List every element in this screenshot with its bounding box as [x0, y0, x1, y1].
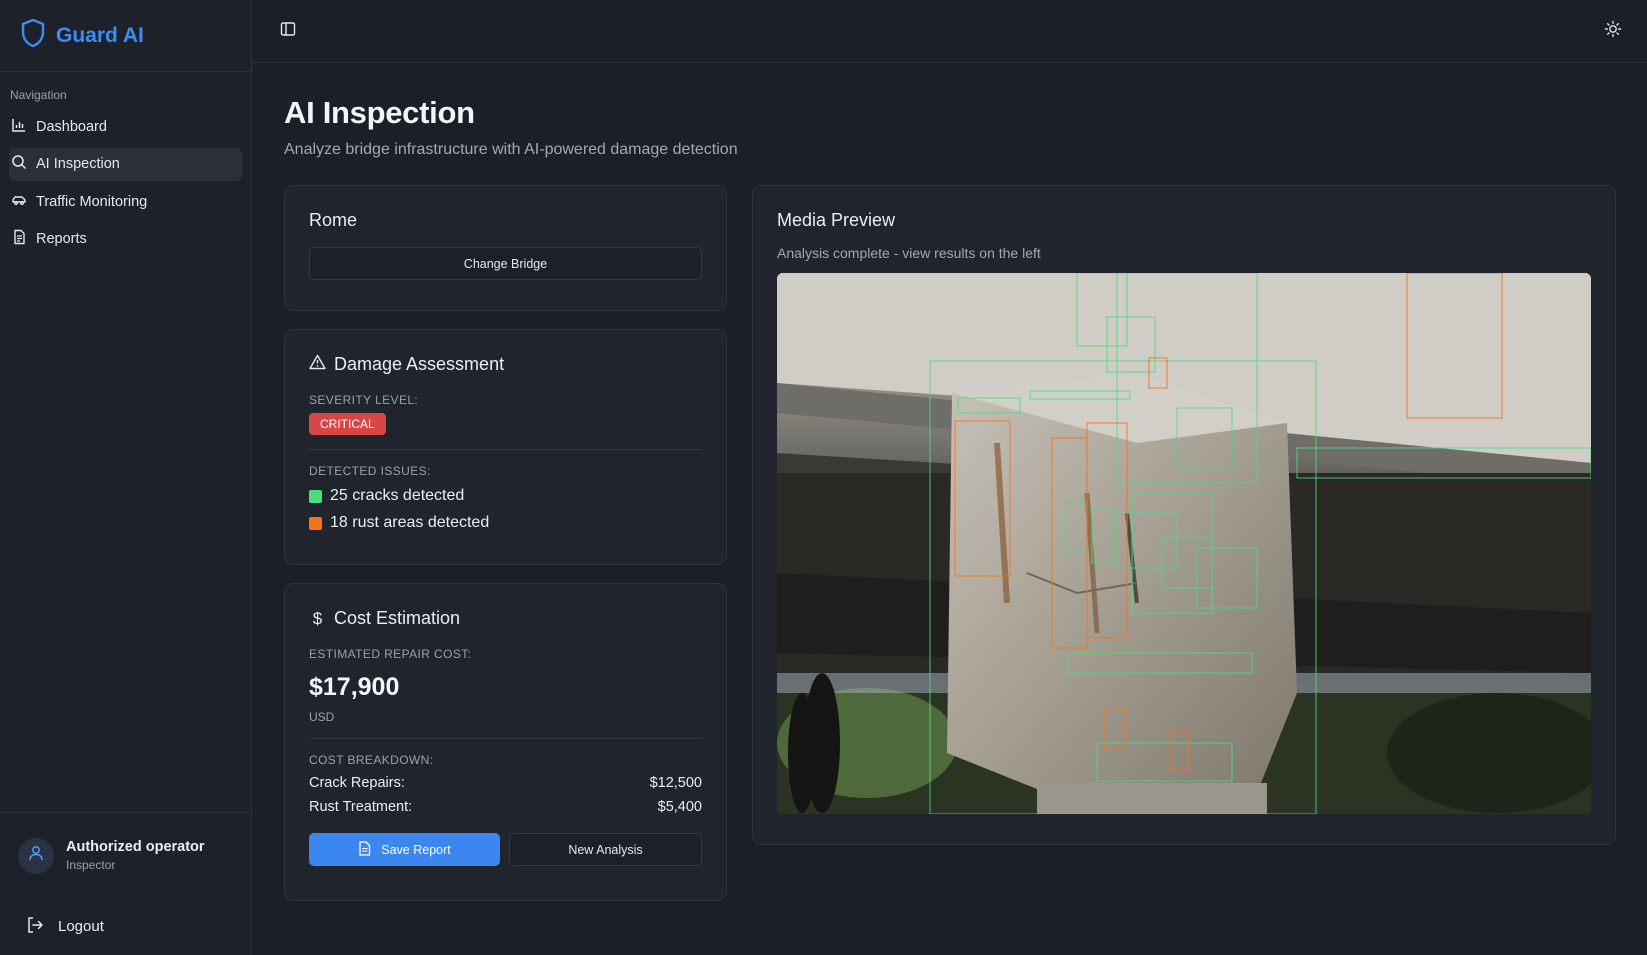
cost-actions: Save Report New Analysis: [309, 833, 702, 866]
damage-title: Damage Assessment: [334, 354, 505, 374]
logout-icon: [26, 916, 44, 938]
crack-color-swatch: [309, 489, 322, 503]
sidebar-item-label: AI Inspection: [36, 156, 120, 172]
breakdown-row-label: Rust Treatment:: [309, 799, 413, 815]
change-bridge-button[interactable]: Change Bridge: [309, 247, 702, 280]
shield-icon: [20, 18, 46, 53]
sidebar-item-label: Reports: [36, 231, 87, 247]
user-name: Authorized operator: [66, 839, 205, 855]
user-icon: [27, 844, 45, 867]
sun-icon: [1604, 20, 1622, 43]
car-icon: [11, 192, 27, 212]
bridge-pier-photo: [777, 273, 1591, 814]
sidebar-item-reports[interactable]: Reports: [9, 223, 242, 256]
breakdown-row-label: Crack Repairs:: [309, 775, 405, 791]
topbar: [252, 0, 1647, 63]
save-report-button[interactable]: Save Report: [309, 833, 500, 866]
issues-label: DETECTED ISSUES:: [309, 464, 431, 478]
bridge-name: Rome: [309, 210, 358, 230]
user-role: Inspector: [66, 858, 116, 872]
media-preview-card: Media Preview Analysis complete - view r…: [752, 185, 1616, 845]
sidebar-item-ai-inspection[interactable]: AI Inspection: [9, 147, 242, 181]
sidebar-nav: Dashboard AI Inspection Traffic Monitori…: [0, 110, 251, 260]
user-profile[interactable]: Authorized operator Inspector: [0, 812, 251, 898]
content: AI Inspection Analyze bridge infrastruct…: [252, 63, 1647, 901]
content-grid: Rome Change Bridge Damage Assessment SEV…: [284, 185, 1616, 901]
divider: [309, 738, 702, 739]
breakdown-row-value: $5,400: [657, 799, 702, 815]
estimate-label: ESTIMATED REPAIR COST:: [309, 647, 472, 661]
divider: [309, 449, 702, 450]
bar-chart-icon: [11, 117, 27, 137]
cost-total: $17,900: [309, 673, 400, 701]
logout-button[interactable]: Logout: [0, 898, 251, 955]
issue-item-rust: 18 rust areas detected: [309, 514, 702, 532]
sidebar-item-label: Dashboard: [36, 118, 107, 135]
theme-toggle-button[interactable]: [1599, 17, 1627, 45]
file-icon: [358, 840, 371, 859]
brand-name: Guard AI: [56, 23, 144, 47]
damage-assessment-card: Damage Assessment SEVERITY LEVEL: CRITIC…: [284, 329, 727, 565]
right-column: Media Preview Analysis complete - view r…: [752, 185, 1616, 901]
issue-text: 25 cracks detected: [330, 487, 465, 504]
breakdown-row-rust: Rust Treatment: $5,400: [309, 799, 702, 815]
page-title: AI Inspection: [284, 95, 475, 130]
breakdown-row-value: $12,500: [649, 775, 702, 791]
avatar: [18, 837, 54, 874]
cost-currency: USD: [309, 710, 335, 724]
app-root: Guard AI Navigation Dashboard AI Inspect…: [0, 0, 1647, 955]
panel-left-icon: [280, 21, 296, 42]
sidebar-toggle-button[interactable]: [274, 17, 302, 45]
warning-icon: [309, 354, 326, 375]
page-subtitle: Analyze bridge infrastructure with AI-po…: [284, 141, 738, 158]
brand[interactable]: Guard AI: [0, 0, 251, 72]
severity-badge: CRITICAL: [309, 413, 386, 435]
search-icon: [11, 154, 27, 174]
sidebar-item-dashboard[interactable]: Dashboard: [9, 110, 242, 143]
rust-color-swatch: [309, 516, 322, 530]
sidebar-item-label: Traffic Monitoring: [36, 193, 148, 210]
logout-label: Logout: [58, 918, 104, 935]
sidebar: Guard AI Navigation Dashboard AI Inspect…: [0, 0, 252, 955]
cost-title: Cost Estimation: [334, 608, 461, 628]
media-title: Media Preview: [777, 210, 896, 230]
sidebar-item-traffic-monitoring[interactable]: Traffic Monitoring: [9, 185, 242, 218]
breakdown-label: COST BREAKDOWN:: [309, 753, 434, 767]
main-area: AI Inspection Analyze bridge infrastruct…: [252, 0, 1647, 955]
save-report-label: Save Report: [381, 842, 451, 857]
media-subtitle: Analysis complete - view results on the …: [777, 245, 1041, 261]
breakdown-row-crack: Crack Repairs: $12,500: [309, 775, 702, 791]
dollar-icon: $: [312, 608, 323, 628]
document-icon: [11, 229, 27, 249]
severity-label: SEVERITY LEVEL:: [309, 393, 419, 407]
left-column: Rome Change Bridge Damage Assessment SEV…: [284, 185, 727, 901]
issue-item-cracks: 25 cracks detected: [309, 487, 702, 505]
nav-heading: Navigation: [10, 88, 67, 102]
new-analysis-button[interactable]: New Analysis: [509, 833, 702, 866]
bridge-card: Rome Change Bridge: [284, 185, 727, 311]
cost-estimation-card: $ Cost Estimation ESTIMATED REPAIR COST:…: [284, 583, 727, 901]
issue-text: 18 rust areas detected: [330, 514, 490, 531]
media-preview-image[interactable]: [777, 273, 1591, 814]
